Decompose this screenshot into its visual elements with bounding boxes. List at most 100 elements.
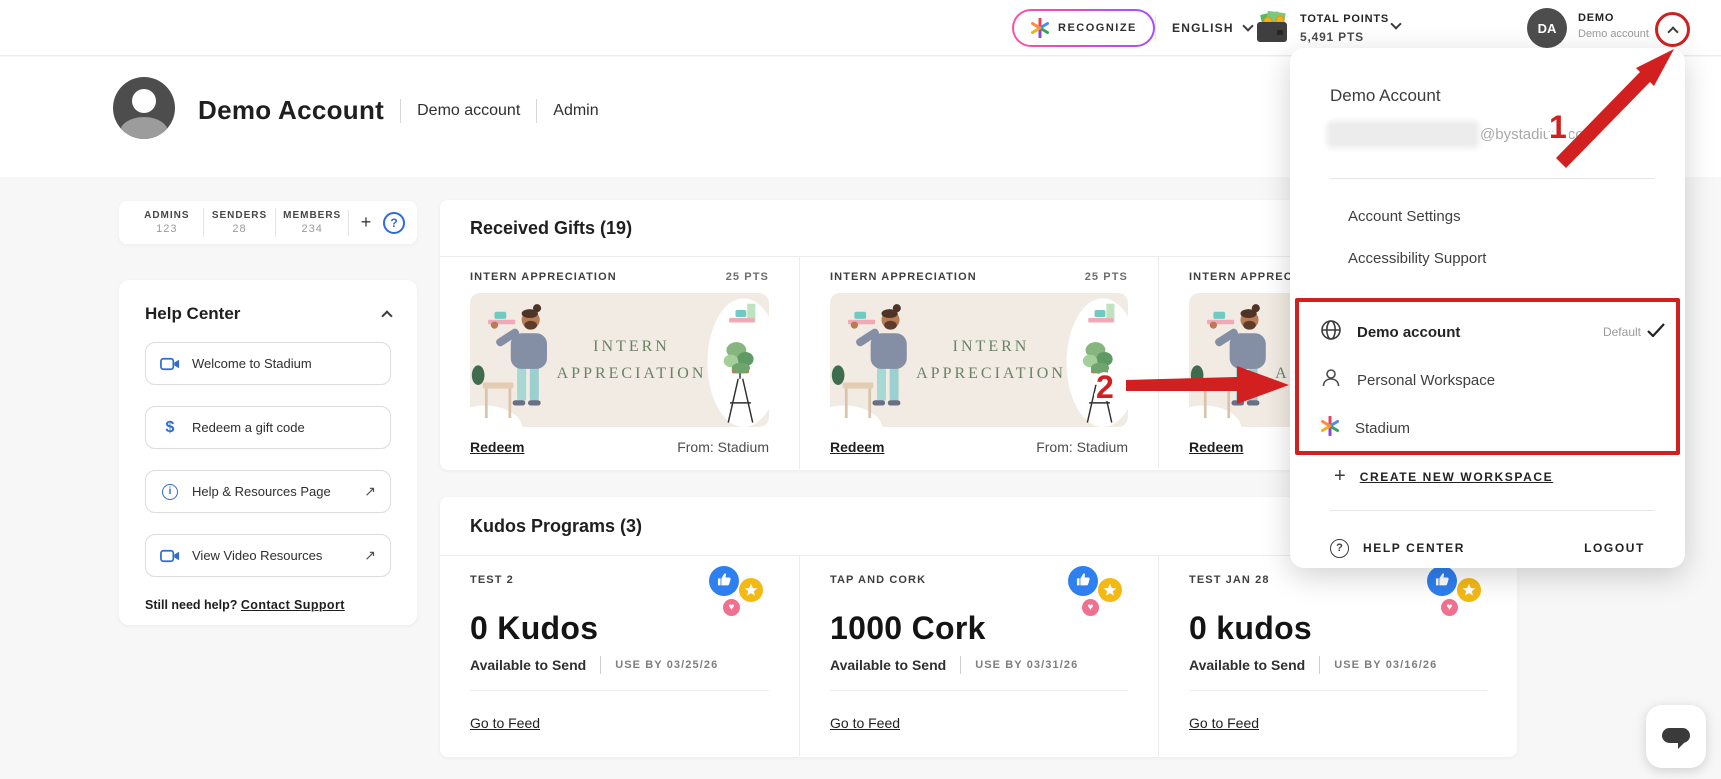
page-title: Demo Account [198, 95, 384, 126]
email-domain: @bystadium.com [1480, 126, 1596, 143]
reaction-icons: ♥ [1427, 566, 1491, 622]
logout-button[interactable]: LOGOUT [1584, 541, 1645, 555]
menu-item-accessibility-support[interactable]: Accessibility Support [1348, 250, 1486, 267]
star-icon [1457, 578, 1481, 602]
wallet-icon [1253, 11, 1293, 50]
heart-icon: ♥ [723, 599, 740, 616]
total-points-label: TOTAL POINTS [1300, 10, 1389, 28]
gift-card: INTERN APPRECIATION 25 PTS INTERN APPREC… [440, 257, 799, 469]
profile-role: Admin [553, 102, 598, 120]
help-center-card: Help Center Welcome to Stadium $ Redeem … [119, 280, 417, 625]
profile-workspace: Demo account [417, 102, 520, 120]
kudos-program: TEST 2 ♥ 0 Kudos Available to Send USE B… [440, 556, 799, 756]
still-need-help-text: Still need help? [145, 598, 237, 612]
thumbs-up-icon [1068, 566, 1098, 596]
person-icon [1320, 367, 1342, 394]
default-badge: Default [1603, 325, 1641, 339]
gift-sender: From: Stadium [677, 439, 769, 455]
redeem-link[interactable]: Redeem [470, 439, 524, 455]
speech-bubble-icon [1659, 722, 1693, 752]
star-icon [1098, 578, 1122, 602]
stadium-asterisk-icon [1030, 18, 1050, 38]
workspace-item-stadium[interactable]: Stadium [1320, 413, 1665, 443]
external-link-icon: ↗ [364, 547, 376, 564]
go-to-feed-link[interactable]: Go to Feed [470, 715, 540, 731]
stat-admins[interactable]: ADMINS 123 [131, 208, 204, 237]
language-label: ENGLISH [1172, 21, 1234, 35]
menu-item-account-settings[interactable]: Account Settings [1348, 208, 1461, 225]
points-chevron-icon[interactable] [1390, 18, 1401, 29]
stat-senders[interactable]: SENDERS 28 [204, 208, 277, 237]
dollar-icon: $ [160, 419, 180, 437]
received-gifts-title: Received Gifts (19) [470, 218, 632, 239]
kudos-program: TEST JAN 28 ♥ 0 kudos Available to Send … [1158, 556, 1517, 756]
redacted-email-local-part [1330, 124, 1476, 145]
header-account-workspace: Demo account [1578, 27, 1656, 42]
gift-illustration: INTERN APPRECIATION [830, 293, 1128, 427]
thumbs-up-icon [1427, 566, 1457, 596]
recognize-button[interactable]: RECOGNIZE [1012, 9, 1155, 47]
gift-points: 25 PTS [726, 271, 769, 283]
reaction-icons: ♥ [709, 566, 773, 622]
thumbs-up-icon [709, 566, 739, 596]
star-icon [739, 578, 763, 602]
gift-card: INTERN APPRECIATION 25 PTS INTERN APPREC… [799, 257, 1158, 469]
redeem-link[interactable]: Redeem [830, 439, 884, 455]
question-mark-icon: ? [1330, 539, 1349, 558]
recognize-button-label: RECOGNIZE [1058, 22, 1137, 34]
kudos-programs-title: Kudos Programs (3) [470, 516, 642, 537]
use-by-date: USE BY 03/31/26 [975, 659, 1078, 671]
chevron-up-icon [1667, 26, 1678, 37]
header-account-name: DEMO [1578, 10, 1656, 27]
header-account-block[interactable]: DEMO Demo account [1578, 10, 1656, 42]
redeem-link[interactable]: Redeem [1189, 439, 1243, 455]
member-stats-card: ADMINS 123 SENDERS 28 MEMBERS 234 + ? [119, 201, 417, 244]
contact-support-link[interactable]: Contact Support [241, 598, 345, 612]
external-link-icon: ↗ [364, 483, 376, 500]
globe-icon [1320, 319, 1342, 346]
account-menu-toggle[interactable] [1655, 12, 1690, 47]
gift-points: 25 PTS [1085, 271, 1128, 283]
add-member-button[interactable]: + [349, 212, 383, 233]
workspace-item-demo-account[interactable]: Demo account Default [1320, 317, 1665, 347]
help-item-redeem[interactable]: $ Redeem a gift code [145, 406, 391, 449]
workspace-item-personal[interactable]: Personal Workspace [1320, 365, 1665, 395]
language-selector[interactable]: ENGLISH [1172, 0, 1252, 56]
plus-icon: + [1334, 465, 1346, 488]
header-divider [1155, 15, 1156, 41]
chevron-down-icon [1242, 20, 1253, 31]
help-item-welcome[interactable]: Welcome to Stadium [145, 342, 391, 385]
go-to-feed-link[interactable]: Go to Feed [830, 715, 900, 731]
app-root: RECOGNIZE ENGLISH TOTAL POINTS 5,491 PTS… [0, 0, 1721, 779]
use-by-date: USE BY 03/25/26 [615, 659, 718, 671]
reaction-icons: ♥ [1068, 566, 1132, 622]
create-workspace-button[interactable]: + CREATE NEW WORKSPACE [1334, 465, 1553, 488]
info-icon: i [160, 484, 180, 500]
help-center-title: Help Center [145, 304, 240, 324]
profile-avatar [113, 77, 175, 139]
help-item-videos[interactable]: View Video Resources ↗ [145, 534, 391, 577]
stadium-asterisk-icon [1320, 416, 1340, 441]
points-summary[interactable]: TOTAL POINTS 5,491 PTS [1300, 10, 1389, 46]
account-email: @bystadium.com [1330, 124, 1596, 145]
video-camera-icon [160, 357, 180, 371]
chat-widget-button[interactable] [1646, 705, 1706, 768]
video-camera-icon [160, 549, 180, 563]
account-dropdown-menu: Demo Account @bystadium.com Account Sett… [1290, 48, 1685, 568]
stats-help-icon[interactable]: ? [383, 212, 405, 234]
heart-icon: ♥ [1082, 599, 1099, 616]
gift-illustration: INTERN APPRECIATION [470, 293, 769, 427]
dropdown-help-center-button[interactable]: ? HELP CENTER [1330, 539, 1465, 558]
go-to-feed-link[interactable]: Go to Feed [1189, 715, 1259, 731]
help-item-resources[interactable]: i Help & Resources Page ↗ [145, 470, 391, 513]
stat-members[interactable]: MEMBERS 234 [276, 208, 348, 237]
kudos-program: TAP AND CORK ♥ 1000 Cork Available to Se… [799, 556, 1158, 756]
collapse-chevron-icon[interactable] [381, 310, 392, 321]
dropdown-account-title: Demo Account [1330, 86, 1441, 106]
gift-sender: From: Stadium [1036, 439, 1128, 455]
total-points-value: 5,491 PTS [1300, 28, 1389, 46]
heart-icon: ♥ [1441, 599, 1458, 616]
check-icon [1647, 323, 1665, 342]
header-avatar[interactable]: DA [1527, 8, 1567, 48]
use-by-date: USE BY 03/16/26 [1334, 659, 1437, 671]
